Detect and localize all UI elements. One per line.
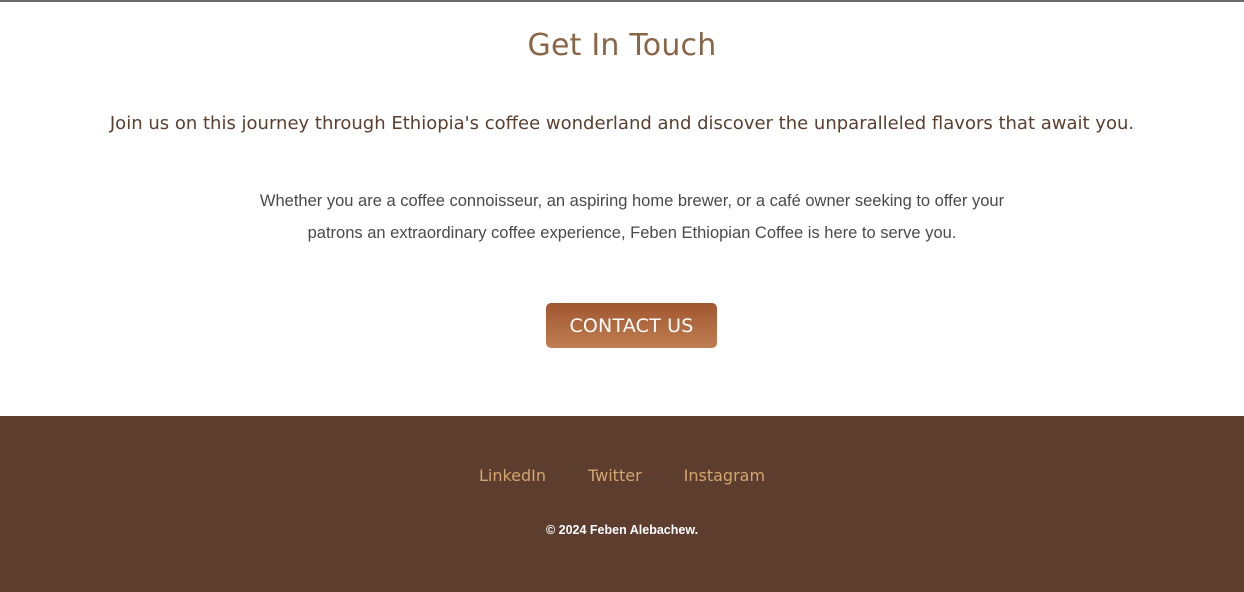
body-text: Whether you are a coffee connoisseur, an…: [232, 185, 1032, 249]
linkedin-link[interactable]: LinkedIn: [479, 465, 546, 487]
get-in-touch-section: Get In Touch Join us on this journey thr…: [0, 2, 1244, 416]
body-text-line-1: Whether you are a coffee connoisseur, an…: [259, 192, 1005, 210]
contact-us-button[interactable]: CONTACT US: [546, 303, 717, 348]
body-text-line-2: patrons an extraordinary coffee experien…: [307, 224, 957, 242]
section-title: Get In Touch: [527, 28, 717, 63]
lead-text: Join us on this journey through Ethiopia…: [109, 113, 1135, 134]
instagram-link[interactable]: Instagram: [684, 465, 765, 487]
page: Get In Touch Join us on this journey thr…: [0, 0, 1244, 592]
copyright-text: © 2024 Feben Alebachew.: [545, 523, 699, 537]
social-links: LinkedIn Twitter Instagram: [0, 465, 1244, 487]
twitter-link[interactable]: Twitter: [588, 465, 642, 487]
footer: LinkedIn Twitter Instagram © 2024 Feben …: [0, 416, 1244, 592]
